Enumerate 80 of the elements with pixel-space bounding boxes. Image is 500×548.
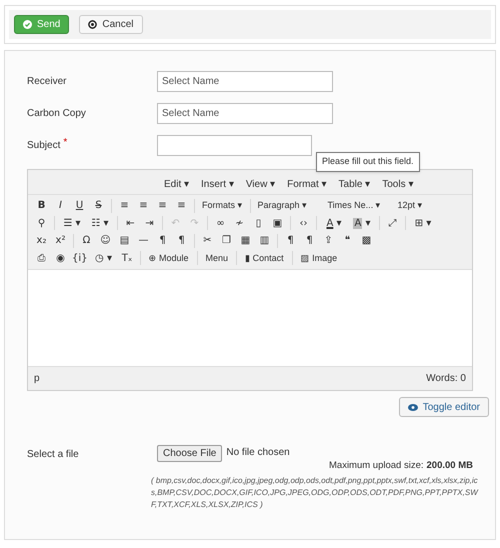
format-dropdown[interactable]: Paragraph ▾ bbox=[254, 198, 324, 214]
toolbar-button[interactable]: — bbox=[134, 232, 153, 249]
cancel-circle-icon bbox=[88, 20, 98, 29]
editor-plugin-button[interactable]: ⊕ Module bbox=[144, 250, 194, 266]
required-mark: * bbox=[63, 136, 68, 150]
toolbar-button[interactable]: ≡ bbox=[153, 198, 172, 214]
toolbar-button[interactable]: Ω bbox=[77, 232, 96, 249]
toolbar-button[interactable]: ⤢ bbox=[383, 215, 402, 232]
toggle-editor-button[interactable]: Toggle editor bbox=[398, 397, 489, 417]
toolbar-button[interactable]: ▩ bbox=[357, 232, 376, 249]
toolbar-button[interactable]: ¶ bbox=[172, 232, 191, 249]
toolbar-button[interactable]: A ▾ bbox=[320, 215, 348, 232]
toolbar-button[interactable]: I bbox=[51, 198, 70, 214]
cancel-button[interactable]: Cancel bbox=[79, 15, 142, 34]
eye-icon bbox=[408, 404, 418, 410]
toolbar-button[interactable]: ◉ bbox=[51, 250, 70, 266]
word-count: Words: 0 bbox=[426, 372, 466, 386]
toolbar-button[interactable]: x² bbox=[51, 232, 70, 249]
editor-content-area[interactable] bbox=[28, 269, 472, 367]
toolbar-button[interactable]: x₂ bbox=[32, 232, 51, 249]
toolbar-button[interactable]: ▯ bbox=[249, 215, 268, 232]
toolbar-button[interactable]: ❝ bbox=[338, 232, 357, 249]
toolbar-button[interactable]: ❐ bbox=[217, 232, 236, 249]
toolbar-button[interactable]: Tₓ bbox=[118, 250, 137, 266]
toolbar-button[interactable]: ¶ bbox=[153, 232, 172, 249]
toolbar-button[interactable]: ⇥ bbox=[140, 215, 159, 232]
toolbar-button[interactable]: ✂ bbox=[198, 232, 217, 249]
toolbar-button[interactable]: ☰ ▾ bbox=[58, 215, 86, 232]
toolbar-button[interactable]: ¶ bbox=[281, 232, 300, 249]
toolbar-button[interactable]: ≡ bbox=[134, 198, 153, 214]
editor-dropdown-heading[interactable]: View ▾ bbox=[246, 176, 276, 192]
field-label: Subject bbox=[27, 139, 60, 153]
editor-plugin-button[interactable]: ▮ Contact bbox=[240, 250, 289, 266]
toolbar-button[interactable]: ▦ bbox=[236, 232, 255, 249]
text-field[interactable]: Select Name bbox=[157, 103, 333, 124]
toolbar-button[interactable]: ▤ bbox=[115, 232, 134, 249]
toolbar-button[interactable]: ▥ bbox=[255, 232, 274, 249]
element-path: p bbox=[34, 372, 40, 386]
toolbar-button[interactable]: ‹› bbox=[294, 215, 313, 232]
check-circle-icon bbox=[23, 20, 32, 29]
toolbar-button[interactable]: ☺ bbox=[96, 232, 115, 249]
text-field[interactable] bbox=[157, 135, 312, 156]
toolbar-button[interactable]: ◷ ▾ bbox=[90, 250, 118, 266]
toolbar-button[interactable]: ▣ bbox=[268, 215, 287, 232]
toolbar-button[interactable]: ∞ bbox=[211, 215, 230, 232]
editor-plugin-button[interactable]: Menu bbox=[200, 250, 234, 266]
allowed-extensions: ( bmp,csv,doc,docx,gif,ico,jpg,jpeg,odg,odp,ods,odt,pdf,png,ppt,pptx,swf,txt,xcf,xls,xlsx,zip,ics,BMP,CSV,DOC,DOCX,GIF,ICO,JPG,JPEG,ODG,ODP,ODS,ODT,PDF,PNG,PPT,PPTX,SWF,TXT,XCF,XLS,XLSX,ZIP,ICS ) bbox=[151, 475, 479, 512]
format-dropdown[interactable]: Times Ne... ▾ bbox=[324, 198, 394, 214]
toolbar-button[interactable]: {i} bbox=[70, 250, 90, 266]
format-dropdown[interactable]: Formats ▾ bbox=[198, 198, 247, 214]
file-status: No file chosen bbox=[226, 446, 290, 460]
toolbar-button[interactable]: ¶ bbox=[300, 232, 319, 249]
editor-dropdown-heading[interactable]: Tools ▾ bbox=[382, 176, 414, 192]
field-label: Receiver bbox=[27, 75, 66, 89]
toolbar-button[interactable]: ≡ bbox=[115, 198, 134, 214]
toolbar-button[interactable]: U bbox=[70, 198, 89, 214]
upload-limit-value: 200.00 MB bbox=[426, 460, 473, 471]
toolbar-button[interactable]: ⇪ bbox=[319, 232, 338, 249]
toolbar-button[interactable]: B bbox=[32, 198, 51, 214]
format-dropdown[interactable]: 12pt ▾ bbox=[394, 198, 464, 214]
toolbar-button[interactable]: ☷ ▾ bbox=[86, 215, 114, 232]
choose-file-button[interactable]: Choose File bbox=[157, 445, 222, 462]
text-field[interactable]: Select Name bbox=[157, 71, 333, 92]
toolbar-button[interactable]: ⎙ bbox=[32, 250, 51, 266]
editor-dropdown-heading[interactable]: Table ▾ bbox=[338, 176, 370, 192]
editor-dropdown-heading[interactable]: Insert ▾ bbox=[201, 176, 234, 192]
toolbar-button[interactable]: ≁ bbox=[230, 215, 249, 232]
upload-limit-label: Maximum upload size: bbox=[329, 460, 424, 471]
toolbar-button[interactable]: A ▾ bbox=[348, 215, 376, 232]
field-label: Carbon Copy bbox=[27, 107, 86, 121]
editor-plugin-button[interactable]: ▨ Image bbox=[296, 250, 342, 266]
toolbar-button[interactable]: ≡ bbox=[172, 198, 191, 214]
editor-dropdown-heading[interactable]: Edit ▾ bbox=[164, 176, 190, 192]
tooltip: Please fill out this field. bbox=[316, 152, 420, 172]
toolbar-button[interactable]: ⊞ ▾ bbox=[409, 215, 437, 232]
toolbar-button[interactable]: ⚲ bbox=[32, 215, 51, 232]
field-label: Select a file bbox=[27, 448, 80, 462]
editor-dropdown-heading[interactable]: Format ▾ bbox=[287, 176, 327, 192]
toolbar-button[interactable]: ⇤ bbox=[121, 215, 140, 232]
toolbar-button[interactable]: S bbox=[89, 198, 108, 214]
